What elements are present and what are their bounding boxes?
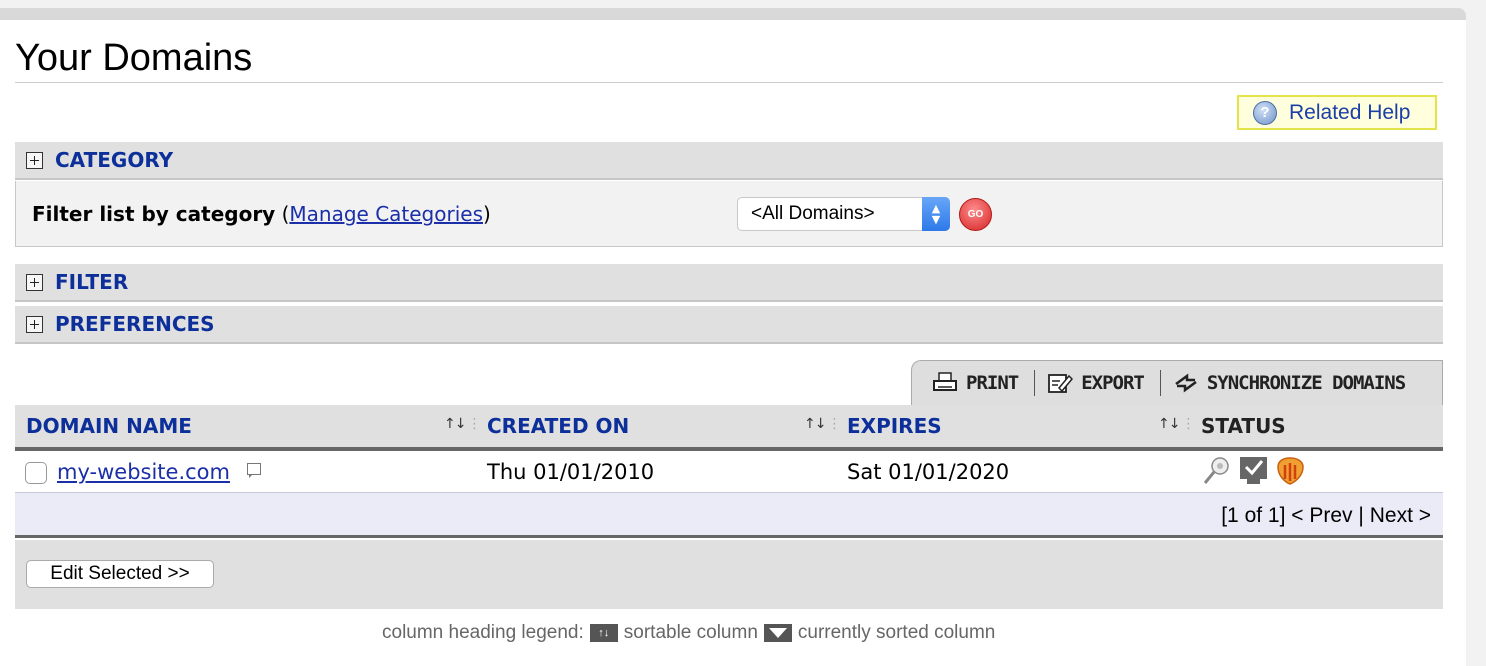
shield-icon[interactable]	[1275, 455, 1306, 486]
sort-indicator-icon[interactable]: ↑↓	[804, 416, 840, 432]
domain-name-link[interactable]: my-website.com	[57, 460, 230, 484]
top-bar-strip	[0, 8, 1466, 20]
table-header: DOMAIN NAME ↑↓ CREATED ON ↑↓ EXPIRES ↑↓ …	[15, 405, 1443, 451]
pager: [1 of 1] < Prev | Next >	[1221, 504, 1431, 528]
category-select[interactable]: <All Domains> ▲ ▼	[737, 197, 950, 231]
sync-arrows-icon	[1173, 372, 1199, 394]
status-icons	[1201, 455, 1306, 486]
select-arrows-icon: ▲ ▼	[922, 197, 950, 231]
pin-icon[interactable]	[1201, 455, 1232, 486]
category-section-label: CATEGORY	[55, 148, 174, 172]
bulk-actions-panel: Edit Selected >>	[15, 540, 1443, 609]
column-header-status: STATUS	[1201, 414, 1286, 438]
sortable-legend-icon: ↑↓	[589, 624, 618, 642]
pager-row: [1 of 1] < Prev | Next >	[15, 493, 1443, 538]
note-icon[interactable]	[247, 463, 261, 478]
legend-sortable: sortable column	[623, 622, 758, 643]
filter-by-category-text: Filter list by category (Manage Categori…	[32, 202, 491, 226]
column-header-expires[interactable]: EXPIRES	[847, 414, 942, 438]
sorted-legend-icon	[763, 624, 792, 642]
edit-selected-button[interactable]: Edit Selected >>	[26, 560, 214, 588]
help-icon: ?	[1253, 100, 1277, 125]
go-button[interactable]: GO	[959, 198, 992, 231]
close-paren: )	[483, 202, 491, 226]
pager-separator: |	[1358, 504, 1364, 527]
related-help-label: Related Help	[1289, 100, 1411, 124]
print-label: PRINT	[966, 372, 1019, 394]
expand-plus-icon	[26, 151, 43, 169]
export-button[interactable]: EXPORT	[1047, 372, 1145, 394]
column-heading-legend: column heading legend: ↑↓ sortable colum…	[382, 622, 995, 644]
sync-label: SYNCHRONIZE DOMAINS	[1206, 372, 1406, 394]
manage-categories-link[interactable]: Manage Categories	[289, 202, 483, 226]
column-header-domain-name[interactable]: DOMAIN NAME	[26, 414, 192, 438]
category-select-value: <All Domains>	[751, 203, 875, 224]
export-label: EXPORT	[1081, 372, 1145, 394]
legend-prefix: column heading legend:	[382, 622, 584, 643]
table-toolbar: PRINT EXPORT SYNCHRONIZE DOMAINS	[911, 360, 1443, 405]
table-row: my-website.com Thu 01/01/2010 Sat 01/01/…	[15, 451, 1443, 493]
printer-icon	[932, 372, 958, 394]
checkmark-icon[interactable]	[1238, 455, 1269, 486]
print-button[interactable]: PRINT	[932, 372, 1019, 394]
related-help-button[interactable]: ? Related Help	[1237, 95, 1437, 130]
sort-indicator-icon[interactable]: ↑↓	[1158, 416, 1194, 432]
preferences-section-toggle[interactable]: PREFERENCES	[15, 306, 1443, 344]
expand-plus-icon	[26, 315, 43, 333]
right-edge	[1466, 20, 1486, 666]
toolbar-divider	[1159, 370, 1161, 396]
created-on-cell: Thu 01/01/2010	[487, 460, 655, 484]
filter-section-toggle[interactable]: FILTER	[15, 264, 1443, 302]
page-title: Your Domains	[15, 37, 253, 79]
legend-sorted: currently sorted column	[797, 622, 996, 643]
expires-cell: Sat 01/01/2020	[847, 460, 1010, 484]
expand-plus-icon	[26, 273, 43, 291]
row-checkbox[interactable]	[25, 462, 47, 484]
synchronize-domains-button[interactable]: SYNCHRONIZE DOMAINS	[1173, 372, 1406, 394]
title-divider	[15, 82, 1443, 83]
column-header-created-on[interactable]: CREATED ON	[487, 414, 629, 438]
toolbar-divider	[1034, 370, 1036, 396]
next-page-link[interactable]: Next >	[1370, 504, 1431, 527]
filter-section-label: FILTER	[55, 270, 129, 294]
export-pencil-icon	[1047, 372, 1074, 394]
filter-label: Filter list by category	[32, 202, 276, 226]
main-content: Your Domains ? Related Help CATEGORY Fil…	[0, 20, 1466, 666]
category-section-toggle[interactable]: CATEGORY	[15, 142, 1443, 180]
page-range: [1 of 1]	[1221, 504, 1286, 527]
sort-indicator-icon[interactable]: ↑↓	[444, 416, 480, 432]
category-panel: Filter list by category (Manage Categori…	[15, 181, 1443, 247]
prev-page-link[interactable]: < Prev	[1291, 504, 1352, 527]
preferences-section-label: PREFERENCES	[55, 312, 215, 336]
